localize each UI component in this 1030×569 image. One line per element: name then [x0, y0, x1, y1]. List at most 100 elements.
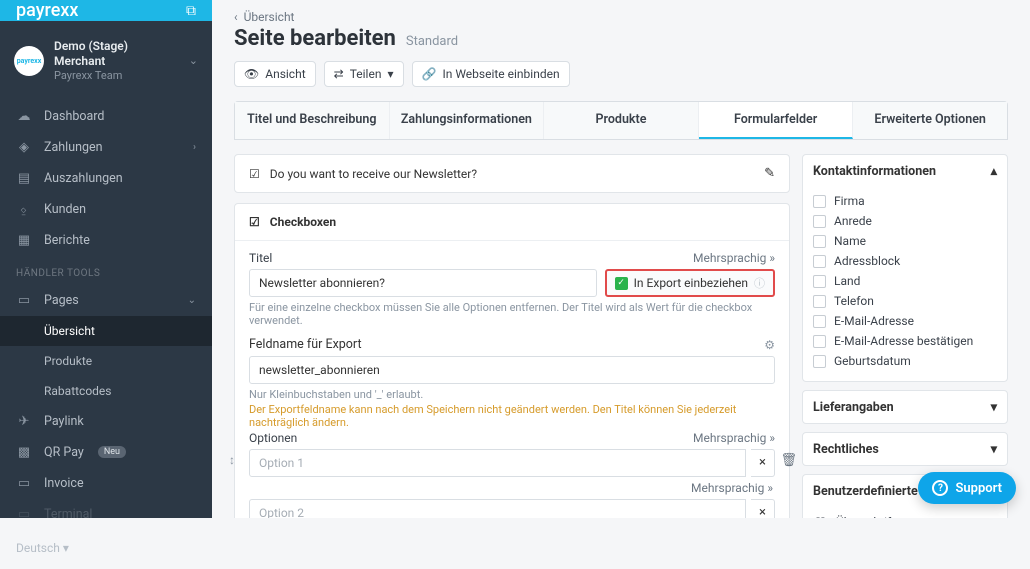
option-row: ×	[249, 499, 775, 518]
checkbox-editor: ☑ Checkboxen Titel Mehrsprachig » ✓	[234, 203, 790, 518]
view-button[interactable]: 👁Ansicht	[234, 61, 316, 87]
checkbox-icon: ☑	[249, 167, 260, 181]
reports-icon: ▦	[16, 233, 32, 248]
merchant-switcher[interactable]: payrexx Demo (Stage) Merchant Payrexx Te…	[0, 21, 212, 97]
help-icon: ?	[932, 480, 948, 496]
nav-payments[interactable]: ◈Zahlungen›	[0, 132, 212, 163]
open-external-icon[interactable]: ⧉	[186, 3, 196, 19]
nav-payouts[interactable]: ▤Auszahlungen	[0, 163, 212, 194]
field-land[interactable]: Land	[813, 271, 997, 291]
nav-pages-discounts[interactable]: Rabattcodes	[0, 376, 212, 406]
qr-icon: ▩	[16, 445, 32, 460]
acc-legal: Rechtliches▾	[802, 432, 1008, 466]
caret-down-icon: ▾	[387, 67, 393, 81]
acc-header-legal[interactable]: Rechtliches▾	[803, 433, 1007, 465]
chevron-right-icon: ›	[193, 142, 196, 153]
share-button[interactable]: ⇄Teilen ▾	[324, 61, 404, 87]
acc-contact: Kontaktinformationen▴ Firma Anrede Name …	[802, 154, 1008, 382]
brand-logo: payrexx	[16, 0, 78, 21]
nav-terminal[interactable]: ▭Terminal	[0, 499, 212, 530]
trash-icon[interactable]: 🗑	[780, 453, 797, 468]
page-title: Seite bearbeiten	[234, 26, 396, 51]
nav-invoice[interactable]: ▭Invoice	[0, 468, 212, 499]
nav-pages[interactable]: ▭Pages⌄	[0, 285, 212, 316]
brand-bar: payrexx ⧉	[0, 0, 212, 21]
drag-handle-icon[interactable]: ↕	[229, 453, 235, 467]
language-switcher[interactable]: Deutsch ▾	[0, 530, 212, 569]
nav-qrpay[interactable]: ▩QR PayNeu	[0, 437, 212, 468]
info-icon: ⓘ	[754, 275, 765, 291]
option-input-2[interactable]	[249, 499, 746, 518]
caret-down-icon: ▾	[991, 399, 997, 415]
acc-header-delivery[interactable]: Lieferangaben▾	[803, 391, 1007, 423]
nav-pages-products[interactable]: Produkte	[0, 346, 212, 376]
nav-pages-overview[interactable]: Übersicht	[0, 316, 212, 346]
paperplane-icon: ✈	[16, 414, 32, 429]
remove-option-button[interactable]: ×	[751, 499, 775, 518]
nav-dashboard[interactable]: ☁Dashboard	[0, 101, 212, 132]
tabs: Titel und Beschreibung Zahlungsinformati…	[234, 101, 1008, 140]
multilang-link[interactable]: Mehrsprachig »	[693, 251, 775, 265]
field-anrede[interactable]: Anrede	[813, 211, 997, 231]
new-badge: Neu	[98, 446, 126, 458]
page-title-suffix: Standard	[406, 34, 458, 49]
include-in-export[interactable]: ✓ In Export einbeziehen ⓘ	[605, 269, 775, 297]
field-firma[interactable]: Firma	[813, 191, 997, 211]
field-email[interactable]: E-Mail-Adresse	[813, 311, 997, 331]
tag-icon: ◈	[16, 140, 32, 155]
option-input-1[interactable]	[249, 449, 746, 477]
nav-section-tools: HÄNDLER TOOLS	[0, 256, 212, 285]
remove-option-button[interactable]: ×	[751, 449, 775, 477]
chevron-left-icon: ‹	[234, 10, 238, 24]
field-geburtsdatum[interactable]: Geburtsdatum	[813, 351, 997, 371]
custom-heading[interactable]: HÜberschrift	[813, 511, 997, 518]
main-content: ‹Übersicht Seite bearbeiten Standard 👁An…	[212, 0, 1030, 518]
field-email-confirm[interactable]: E-Mail-Adresse bestätigen	[813, 331, 997, 351]
nav-paylink[interactable]: ✈Paylink	[0, 406, 212, 437]
tab-payment-info[interactable]: Zahlungsinformationen	[390, 102, 545, 139]
caret-down-icon: ▾	[991, 441, 997, 457]
nav-reports[interactable]: ▦Berichte	[0, 225, 212, 256]
caret-up-icon: ▴	[991, 163, 997, 179]
tab-advanced[interactable]: Erweiterte Optionen	[853, 102, 1007, 139]
multilang-link[interactable]: Mehrsprachig »	[693, 431, 775, 445]
export-fieldname-input[interactable]	[249, 356, 775, 384]
embed-button[interactable]: 🔗In Webseite einbinden	[412, 61, 570, 87]
merchant-team: Payrexx Team	[54, 69, 179, 83]
title-input[interactable]	[249, 269, 597, 297]
eye-icon: 👁	[244, 67, 259, 81]
field-adressblock[interactable]: Adressblock	[813, 251, 997, 271]
export-fieldname-label: Feldname für Export	[249, 337, 362, 352]
heading-icon: H	[813, 514, 828, 518]
acc-delivery: Lieferangaben▾	[802, 390, 1008, 424]
checkbox-icon: ☑	[249, 215, 260, 229]
option-row: ×	[249, 449, 775, 477]
gear-icon[interactable]: ⚙	[764, 338, 775, 352]
breadcrumb[interactable]: ‹Übersicht	[234, 10, 1008, 24]
title-label: Titel	[249, 251, 272, 265]
caret-down-icon: ▾	[63, 541, 69, 555]
tab-form-fields[interactable]: Formularfelder	[699, 102, 854, 139]
checkbox-section-title: Checkboxen	[270, 215, 336, 229]
newsletter-row: ☑ Do you want to receive our Newsletter?…	[234, 154, 790, 193]
invoice-icon: ▭	[16, 476, 32, 491]
support-button[interactable]: ? Support	[918, 472, 1016, 504]
field-telefon[interactable]: Telefon	[813, 291, 997, 311]
terminal-icon: ▭	[16, 507, 32, 522]
multilang-link[interactable]: Mehrsprachig »	[249, 481, 773, 495]
chevron-down-icon: ⌄	[188, 295, 196, 306]
check-icon: ✓	[615, 277, 628, 290]
newsletter-question: Do you want to receive our Newsletter?	[270, 167, 477, 181]
nav-customers[interactable]: ⍚Kunden	[0, 194, 212, 225]
field-name[interactable]: Name	[813, 231, 997, 251]
options-label: Optionen	[249, 431, 297, 445]
hint-single-checkbox: Für eine einzelne checkbox müssen Sie al…	[249, 301, 775, 327]
tab-title-desc[interactable]: Titel und Beschreibung	[235, 102, 390, 139]
warn-fieldname: Der Exportfeldname kann nach dem Speiche…	[249, 403, 775, 429]
pages-icon: ▭	[16, 293, 32, 308]
acc-header-contact[interactable]: Kontaktinformationen▴	[803, 155, 1007, 187]
sidebar: payrexx ⧉ payrexx Demo (Stage) Merchant …	[0, 0, 212, 518]
tab-products[interactable]: Produkte	[544, 102, 699, 139]
link-icon: 🔗	[422, 67, 437, 81]
pencil-icon[interactable]: ✎	[764, 166, 775, 181]
